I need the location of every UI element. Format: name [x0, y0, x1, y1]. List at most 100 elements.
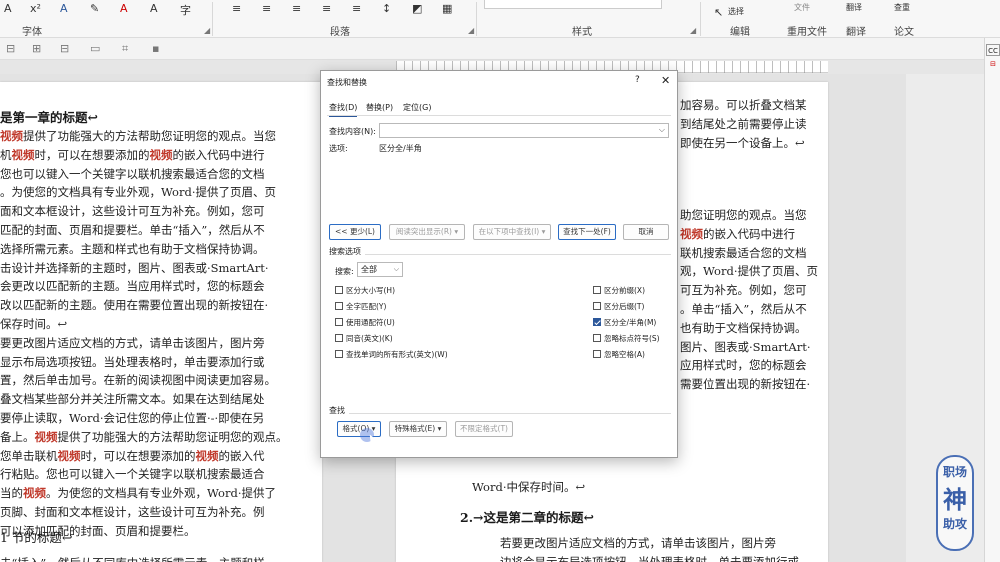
highlighted-term: 视频	[149, 147, 173, 162]
text-line: 您也可以键入一个关键字以联机搜索最适合您的文档	[0, 165, 288, 184]
text-line: 击设计并选择新的主题时，图片、图表或·SmartArt·	[0, 259, 288, 278]
char-border-icon[interactable]: 字	[180, 2, 191, 18]
option-checkbox[interactable]: 忽略空格(A)	[593, 349, 645, 360]
checkbox[interactable]	[335, 318, 343, 326]
checkbox[interactable]	[593, 302, 601, 310]
layer-icon[interactable]: ⊞	[32, 42, 41, 55]
font-color-icon[interactable]: A	[120, 2, 128, 15]
section-heading: 1 节的标题↩	[0, 530, 73, 545]
text-segment: 观，Word·提供了页眉、页	[680, 264, 818, 279]
help-button[interactable]: ?	[635, 75, 640, 85]
checkbox[interactable]	[335, 350, 343, 358]
checkbox[interactable]	[593, 350, 601, 358]
font-size-icon[interactable]: A	[4, 2, 12, 15]
dialog-launcher-icon[interactable]: ◢	[204, 26, 210, 35]
dialog-launcher-icon[interactable]: ◢	[690, 26, 696, 35]
dialog-launcher-icon[interactable]: ◢	[468, 26, 474, 35]
checkbox[interactable]	[593, 334, 601, 342]
char-shading-icon[interactable]: A	[150, 2, 158, 15]
highlight-icon[interactable]: ✎	[90, 2, 99, 15]
text-line: 显示布局选项按钮。当处理表格时，单击要添加行或	[0, 353, 288, 372]
text-segment: 叠文档某些部分并关注所需文本。如果在达到结尾处	[0, 392, 265, 407]
select-button[interactable]: 选择	[728, 6, 744, 17]
option-checkbox[interactable]: 区分全/半角(M)	[593, 317, 656, 328]
text-segment: 时，可以在想要添加的	[34, 147, 150, 162]
text-segment: 保存时间。↩	[0, 316, 68, 331]
panel-tag-icon[interactable]: CC	[986, 44, 1000, 56]
find-in-button[interactable]: 在以下项中查找(I) ▾	[473, 224, 551, 240]
cursor-select-icon: ↖	[714, 6, 724, 19]
text-segment: 的嵌入代码中进行	[703, 226, 795, 241]
text-segment: 时，可以在想要添加的	[80, 448, 196, 463]
text-segment: 提供了功能强大的方法帮助您证明您的观点。	[57, 429, 288, 444]
align-center-icon[interactable]: ≡	[262, 2, 271, 15]
left-last-line: 击“插入”，然后从不同库中选择所需元素。主题和样	[0, 554, 265, 562]
checkbox[interactable]	[593, 286, 601, 294]
shading-icon[interactable]: ◩	[412, 2, 422, 15]
tab-replace[interactable]: 替换(P)	[366, 102, 393, 113]
tab-goto[interactable]: 定位(G)	[403, 102, 431, 113]
justify-icon[interactable]: ≡	[322, 2, 331, 15]
text-effect-icon[interactable]: A	[60, 2, 68, 15]
reading-highlight-button[interactable]: 阅读突出显示(R) ▾	[389, 224, 465, 240]
superscript-icon[interactable]: x²	[30, 2, 41, 15]
option-checkbox[interactable]: 全字匹配(Y)	[335, 301, 386, 312]
styles-gallery[interactable]	[484, 0, 662, 9]
find-section-title: 查找	[329, 406, 345, 415]
line-spacing-icon[interactable]: ↕	[382, 2, 391, 15]
text-segment: 面和文本框设计，这些设计可互为补充。例如，您可	[0, 204, 265, 219]
close-icon[interactable]: ✕	[661, 74, 670, 87]
checkbox-label: 区分前缀(X)	[604, 286, 645, 295]
border-icon[interactable]: ▦	[442, 2, 452, 15]
text-segment: 。单击“插入”，然后从不	[680, 301, 807, 316]
page-left[interactable]: 是第一章的标题↩ 视频提供了功能强大的方法帮助您证明您的观点。当您 机视频时，可以…	[0, 82, 322, 562]
find-next-button[interactable]: 查找下一处(F)	[558, 224, 616, 240]
text-segment: 到结尾处之前需要停止读	[680, 116, 807, 131]
align-left-icon[interactable]: ≡	[232, 2, 241, 15]
search-options-title: 搜索选项	[329, 247, 361, 256]
text-segment: 击设计并选择新的主题时，图片、图表或·SmartArt·	[0, 260, 269, 275]
picture-icon[interactable]: ▭	[90, 42, 100, 55]
option-checkbox[interactable]: 区分前缀(X)	[593, 285, 645, 296]
text-line: 行粘贴。您也可以键入一个关键字以联机搜索最适合	[0, 465, 288, 484]
checkbox[interactable]	[335, 302, 343, 310]
search-direction-select[interactable]: 全部 ⌵	[357, 262, 403, 277]
check-button[interactable]: 查重	[894, 2, 910, 13]
no-formatting-button[interactable]: 不限定格式(T)	[455, 421, 513, 437]
text-line: 页脚、封面和文本框设计，这些设计可互为补充。例	[0, 503, 288, 522]
chapter-two-heading: 2.→这是第二章的标题↩	[460, 510, 594, 525]
checkbox-label: 区分后缀(T)	[604, 302, 645, 311]
option-checkbox[interactable]: 忽略标点符号(S)	[593, 333, 660, 344]
distribute-icon[interactable]: ≡	[352, 2, 361, 15]
text-segment: 加容易。可以折叠文档某	[680, 98, 807, 112]
group-icon[interactable]: ⊟	[60, 42, 69, 55]
align-objects-icon[interactable]: ⊟	[6, 42, 15, 55]
chevron-down-icon[interactable]: ⌵	[659, 125, 665, 135]
text-line: 保存时间。↩	[0, 315, 288, 334]
translate-button[interactable]: 翻译	[846, 2, 862, 13]
align-right-icon[interactable]: ≡	[292, 2, 301, 15]
text-line: 即使在另一个设备上。↩	[680, 134, 807, 153]
text-segment: 会更改以匹配新的主题。当应用样式时，您的标题会	[0, 279, 265, 294]
option-checkbox[interactable]: 查找单词的所有形式(英文)(W)	[335, 349, 448, 360]
options-label: 选项:	[329, 144, 348, 153]
mouse-cursor-icon	[360, 428, 374, 442]
left-body-text[interactable]: 视频提供了功能强大的方法帮助您证明您的观点。当您 机视频时，可以在想要添加的视频的…	[0, 127, 288, 541]
text-line: 加容易。可以折叠文档某	[680, 96, 807, 115]
checkbox[interactable]	[593, 318, 601, 326]
checkbox[interactable]	[335, 286, 343, 294]
option-checkbox[interactable]: 区分大小写(H)	[335, 285, 395, 296]
option-checkbox[interactable]: 同音(英文)(K)	[335, 333, 393, 344]
highlight-panel-icon[interactable]: ⊟	[986, 58, 1000, 70]
text-segment: 需要位置出现的新按钮在·	[680, 377, 811, 392]
checkbox[interactable]	[335, 334, 343, 342]
option-checkbox[interactable]: 使用通配符(U)	[335, 317, 395, 328]
more-icon[interactable]: ▪	[152, 42, 159, 55]
crop-icon[interactable]: ⌗	[122, 42, 128, 56]
cancel-button[interactable]: 取消	[623, 224, 669, 240]
file-label[interactable]: 文件	[794, 2, 810, 13]
find-what-input[interactable]: ⌵	[379, 123, 669, 138]
option-checkbox[interactable]: 区分后缀(T)	[593, 301, 644, 312]
special-format-button[interactable]: 特殊格式(E) ▾	[389, 421, 447, 437]
less-button[interactable]: << 更少(L)	[329, 224, 381, 240]
